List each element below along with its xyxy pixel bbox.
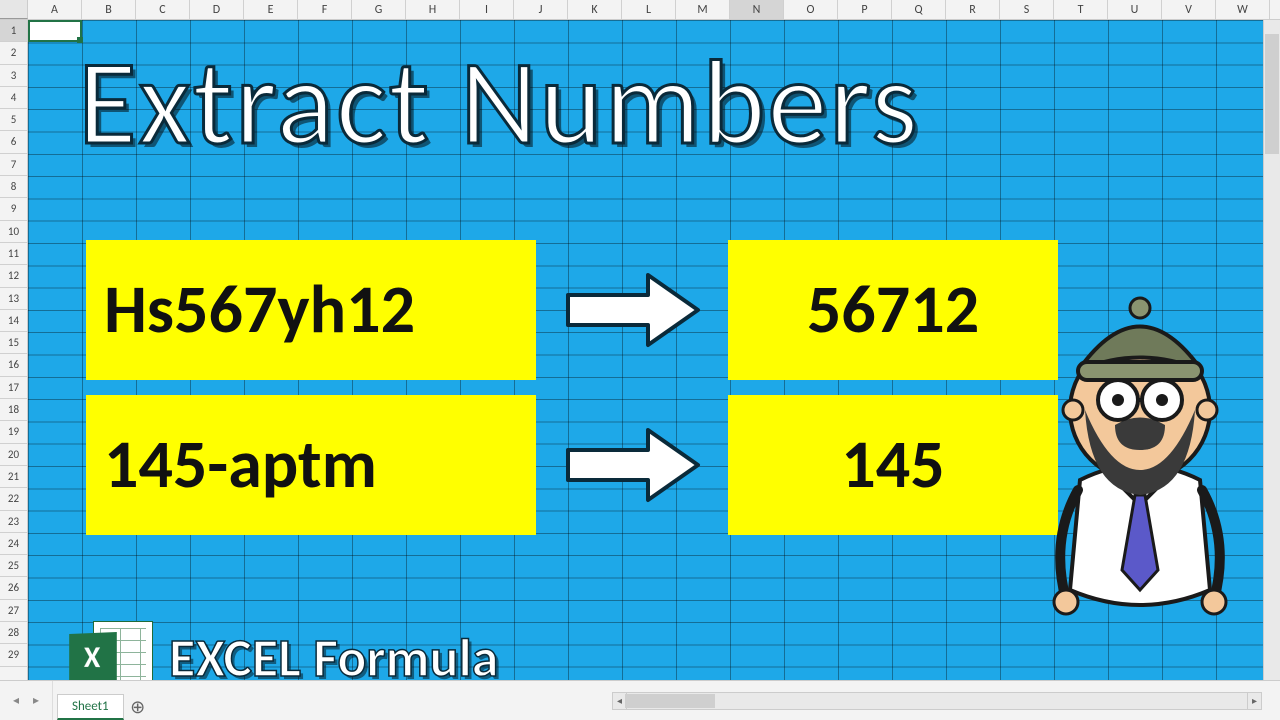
column-header[interactable]: I <box>460 0 514 19</box>
example-output-1: 56712 <box>728 240 1058 380</box>
row-header[interactable]: 13 <box>0 288 27 310</box>
row-header[interactable]: 21 <box>0 466 27 488</box>
column-header[interactable]: B <box>82 0 136 19</box>
horizontal-scroll-thumb[interactable] <box>625 694 715 708</box>
row-header[interactable]: 23 <box>0 511 27 533</box>
row-header[interactable]: 17 <box>0 377 27 399</box>
row-header[interactable]: 1 <box>0 20 27 42</box>
sheet-tab-bar: ◂ ▸ Sheet1 ⊕ ◂ ▸ <box>0 680 1280 720</box>
row-header[interactable]: 7 <box>0 154 27 176</box>
row-header[interactable]: 22 <box>0 488 27 510</box>
row-header[interactable]: 8 <box>0 176 27 198</box>
mascot-character-icon <box>1040 290 1240 620</box>
vertical-scrollbar[interactable] <box>1263 20 1280 680</box>
sheet-nav-next-icon[interactable]: ▸ <box>28 693 44 709</box>
overlay-title: Extract Numbers <box>78 30 920 176</box>
column-header[interactable]: M <box>676 0 730 19</box>
row-header[interactable]: 6 <box>0 131 27 153</box>
column-header[interactable]: O <box>784 0 838 19</box>
column-header[interactable]: S <box>1000 0 1054 19</box>
row-header[interactable]: 28 <box>0 622 27 644</box>
column-header[interactable]: K <box>568 0 622 19</box>
column-header[interactable]: F <box>298 0 352 19</box>
column-header[interactable]: H <box>406 0 460 19</box>
row-header[interactable]: 29 <box>0 644 27 666</box>
active-cell-outline <box>28 20 82 42</box>
row-header[interactable]: 3 <box>0 65 27 87</box>
column-header[interactable]: A <box>28 0 82 19</box>
row-header[interactable]: 11 <box>0 243 27 265</box>
row-header[interactable]: 4 <box>0 87 27 109</box>
column-header[interactable]: J <box>514 0 568 19</box>
column-header[interactable]: L <box>622 0 676 19</box>
column-header[interactable]: C <box>136 0 190 19</box>
row-header[interactable]: 18 <box>0 399 27 421</box>
row-header[interactable]: 19 <box>0 421 27 443</box>
add-sheet-button[interactable]: ⊕ <box>124 694 152 720</box>
column-header-row: ABCDEFGHIJKLMNOPQRSTUVW <box>0 0 1280 20</box>
cells-area[interactable]: Extract Numbers Hs567yh12 56712 145-aptm… <box>28 20 1280 680</box>
arrow-icon <box>548 260 718 360</box>
column-header[interactable]: T <box>1054 0 1108 19</box>
row-header[interactable]: 27 <box>0 600 27 622</box>
sheet-tab-active[interactable]: Sheet1 <box>57 694 124 720</box>
row-header[interactable]: 5 <box>0 109 27 131</box>
row-header[interactable]: 15 <box>0 332 27 354</box>
column-header[interactable]: V <box>1162 0 1216 19</box>
horizontal-scrollbar[interactable]: ◂ ▸ <box>612 692 1262 710</box>
column-header[interactable]: Q <box>892 0 946 19</box>
row-header[interactable]: 26 <box>0 577 27 599</box>
select-all-corner[interactable] <box>0 0 28 19</box>
column-header[interactable]: D <box>190 0 244 19</box>
row-header-column: 1234567891011121314151617181920212223242… <box>0 20 28 680</box>
column-header[interactable]: U <box>1108 0 1162 19</box>
column-header[interactable]: P <box>838 0 892 19</box>
column-header[interactable]: W <box>1216 0 1270 19</box>
row-header[interactable]: 25 <box>0 555 27 577</box>
scroll-right-icon[interactable]: ▸ <box>1247 693 1261 709</box>
column-header[interactable]: N <box>730 0 784 19</box>
row-header[interactable]: 2 <box>0 42 27 64</box>
column-header[interactable]: G <box>352 0 406 19</box>
vertical-scroll-thumb[interactable] <box>1265 34 1279 154</box>
row-header[interactable]: 20 <box>0 444 27 466</box>
column-header[interactable]: R <box>946 0 1000 19</box>
row-header[interactable]: 10 <box>0 221 27 243</box>
row-header[interactable]: 16 <box>0 354 27 376</box>
row-header[interactable]: 12 <box>0 265 27 287</box>
sheet-nav-prev-icon[interactable]: ◂ <box>8 693 24 709</box>
example-output-2: 145 <box>728 395 1058 535</box>
arrow-icon <box>548 415 718 515</box>
sheet-nav-controls: ◂ ▸ <box>0 681 53 720</box>
row-header[interactable]: 14 <box>0 310 27 332</box>
row-header[interactable]: 9 <box>0 198 27 220</box>
column-header[interactable]: E <box>244 0 298 19</box>
row-header[interactable]: 24 <box>0 533 27 555</box>
spreadsheet-grid[interactable]: 1234567891011121314151617181920212223242… <box>0 20 1280 680</box>
example-input-1: Hs567yh12 <box>86 240 536 380</box>
example-input-2: 145-aptm <box>86 395 536 535</box>
